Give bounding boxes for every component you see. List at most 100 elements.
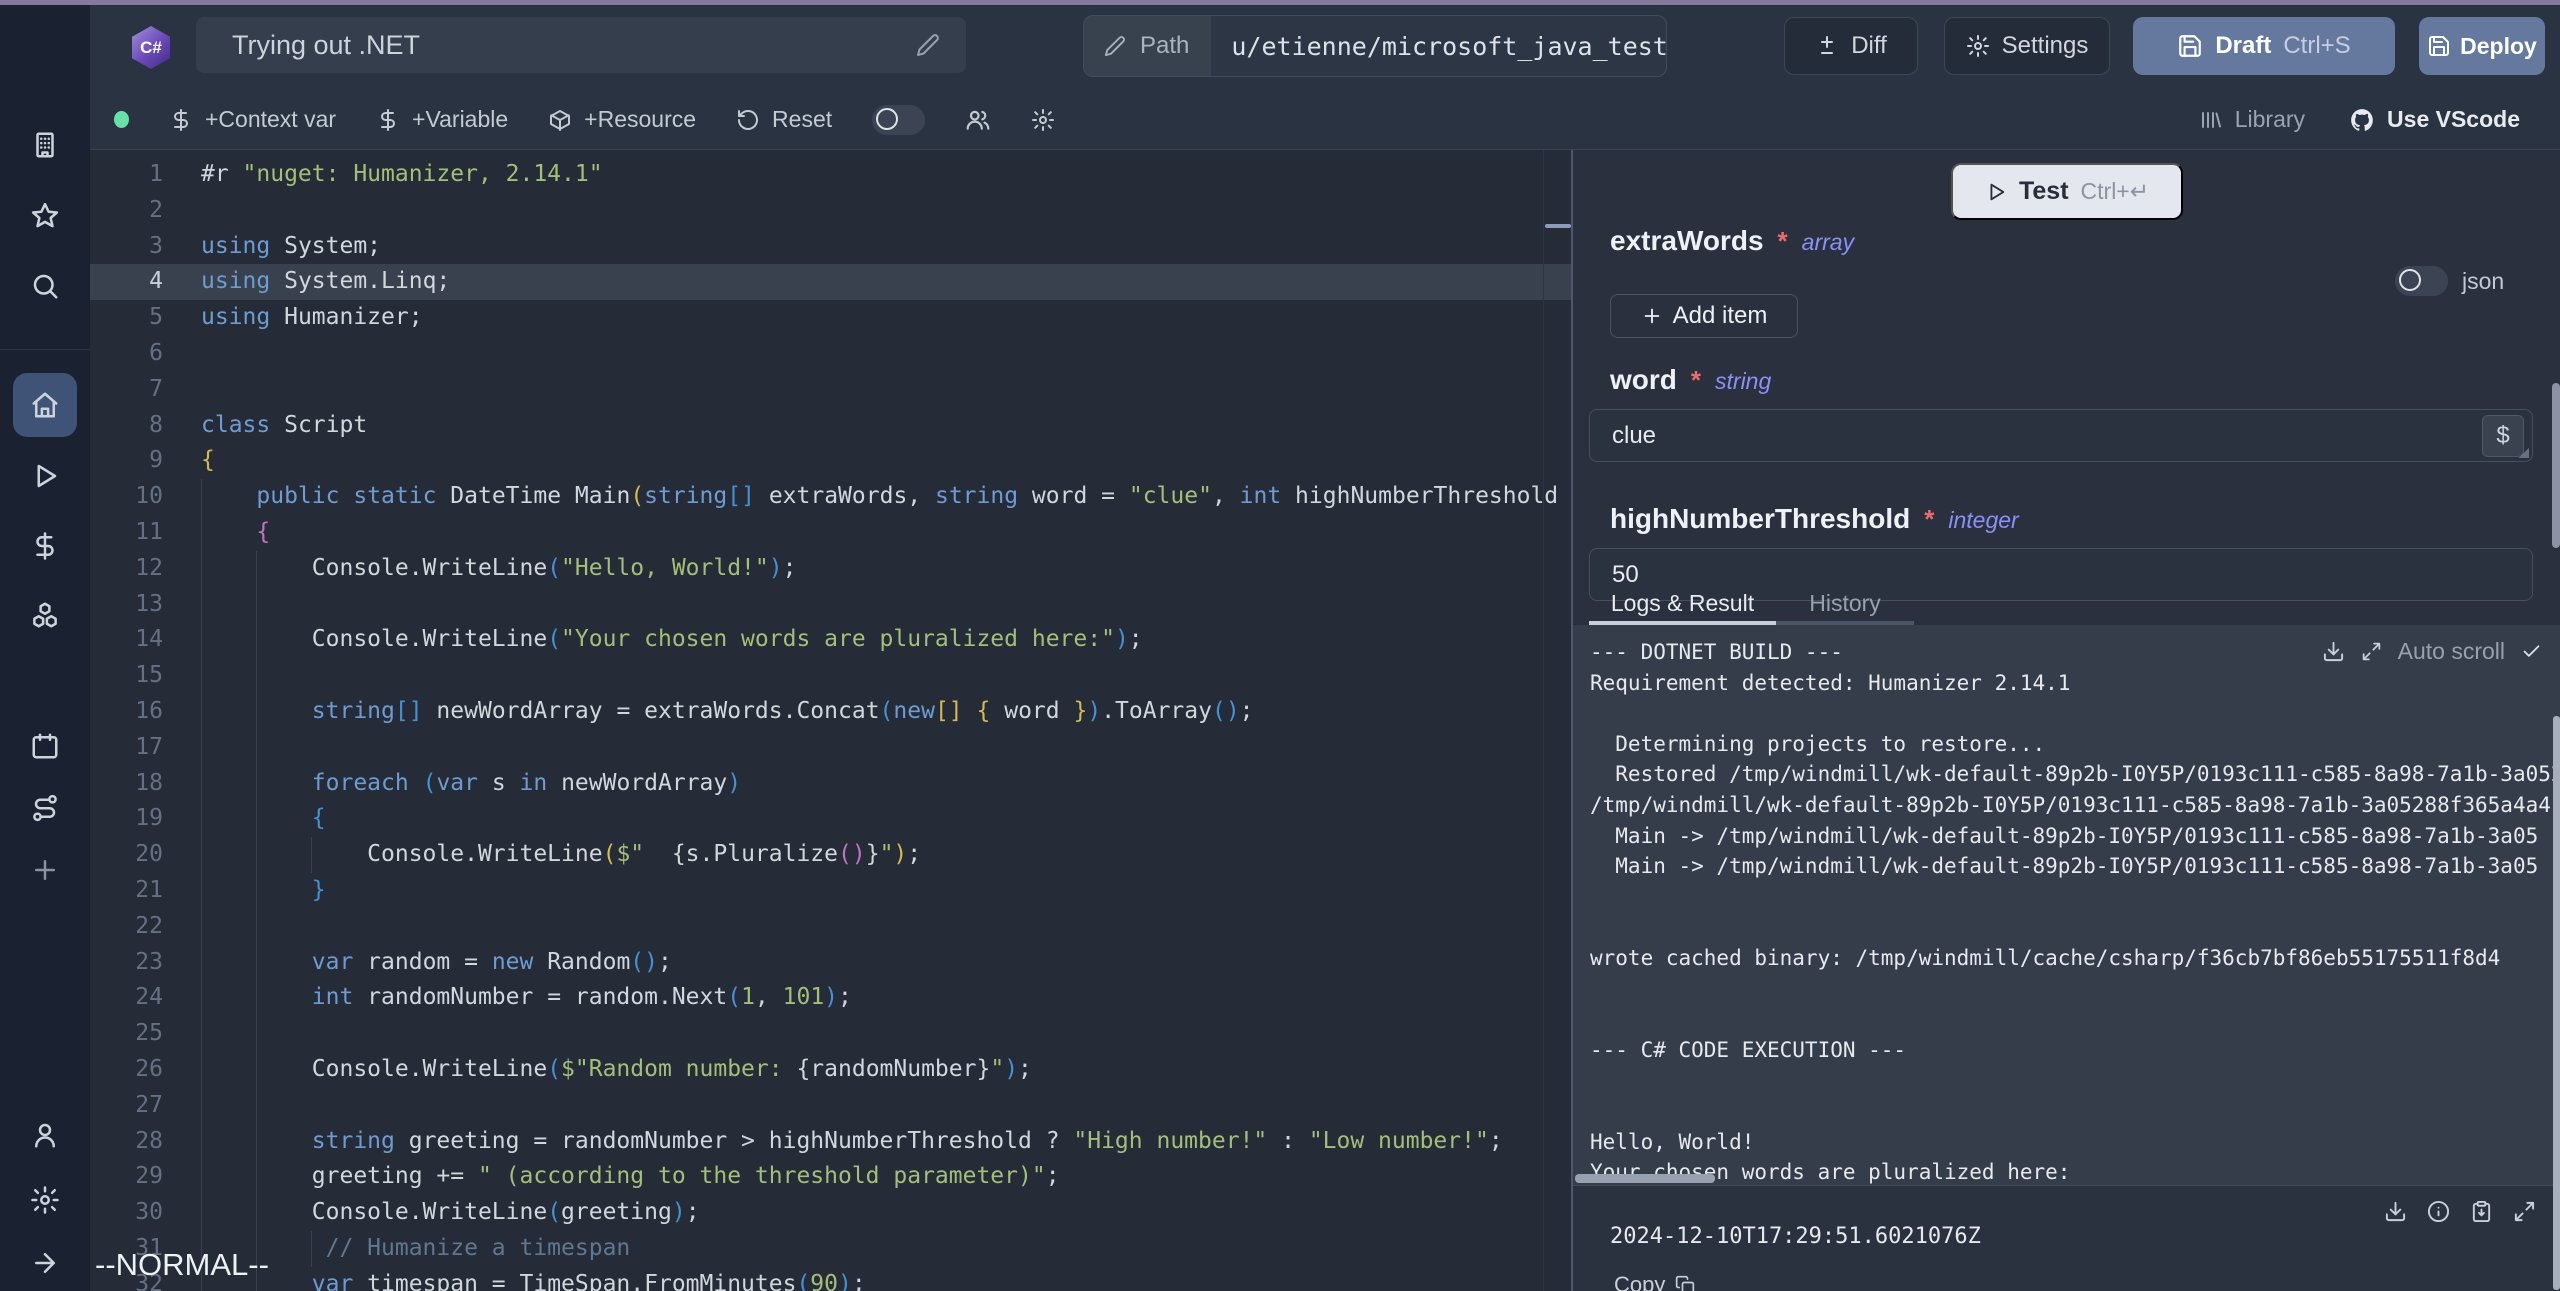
code-line[interactable]: 20 Console.WriteLine($" {s.Pluralize()}"…: [90, 837, 1571, 873]
favorites-star-icon[interactable]: [30, 201, 60, 231]
test-button[interactable]: Test Ctrl+↵: [1951, 163, 2183, 220]
search-icon[interactable]: [30, 271, 60, 301]
path-chip[interactable]: Path u/etienne/microsoft_java_test: [1083, 15, 1667, 77]
add-context-var-button[interactable]: +Context var: [169, 106, 336, 133]
reset-button[interactable]: Reset: [736, 106, 832, 133]
code-line[interactable]: 31 // Humanize a timespan: [90, 1231, 1571, 1267]
code-token: (: [603, 841, 617, 867]
code-line[interactable]: 6: [90, 336, 1571, 372]
code-token: 90: [810, 1271, 838, 1291]
indent-guide: [256, 801, 257, 837]
add-resource-button[interactable]: +Resource: [548, 106, 696, 133]
code-line[interactable]: 32 var timespan = TimeSpan.FromMinutes(9…: [90, 1267, 1571, 1291]
schedules-calendar-icon[interactable]: [30, 731, 60, 761]
line-number: 11: [90, 515, 163, 551]
tab-history[interactable]: History: [1776, 590, 1914, 621]
sidebar-item-home[interactable]: [13, 373, 77, 437]
runs-play-icon[interactable]: [30, 461, 60, 491]
download-icon[interactable]: [2322, 640, 2345, 663]
user-account-icon[interactable]: [30, 1120, 60, 1150]
code-line[interactable]: 22: [90, 909, 1571, 945]
expand-icon[interactable]: [2361, 641, 2382, 662]
info-icon[interactable]: [2427, 1200, 2450, 1223]
resources-boxes-icon[interactable]: [30, 600, 60, 630]
line-number: 21: [90, 873, 163, 909]
download-icon[interactable]: [2384, 1200, 2407, 1223]
add-variable-button[interactable]: +Variable: [376, 106, 508, 133]
code-line[interactable]: 23 var random = new Random();: [90, 945, 1571, 981]
code-editor[interactable]: 1#r "nuget: Humanizer, 2.14.1"23using Sy…: [90, 150, 1571, 1291]
expand-icon[interactable]: [2513, 1200, 2536, 1223]
code-line[interactable]: 21 }: [90, 873, 1571, 909]
indent-guide: [256, 1159, 257, 1195]
diff-mode-toggle[interactable]: [872, 105, 925, 135]
code-line[interactable]: 10 public static DateTime Main(string[] …: [90, 479, 1571, 515]
diff-button[interactable]: Diff: [1784, 17, 1918, 75]
code-line[interactable]: 26 Console.WriteLine($"Random number: {r…: [90, 1052, 1571, 1088]
code-line[interactable]: 3using System;: [90, 229, 1571, 265]
form-scrollbar-thumb[interactable]: [2552, 383, 2560, 548]
json-toggle[interactable]: json: [2395, 266, 2504, 296]
code-line[interactable]: 24 int randomNumber = random.Next(1, 101…: [90, 980, 1571, 1016]
code-line[interactable]: 30 Console.WriteLine(greeting);: [90, 1195, 1571, 1231]
word-input[interactable]: clue $: [1589, 409, 2533, 462]
code-line[interactable]: 4using System.Linq;: [90, 264, 1571, 300]
code-line[interactable]: 27: [90, 1088, 1571, 1124]
code-line[interactable]: 16 string[] newWordArray = extraWords.Co…: [90, 694, 1571, 730]
multiplayer-users-icon[interactable]: [965, 107, 991, 133]
code-line[interactable]: 11 {: [90, 515, 1571, 551]
code-line[interactable]: 5using Humanizer;: [90, 300, 1571, 336]
copy-result-button[interactable]: Copy: [1614, 1272, 1695, 1291]
tab-logs-result[interactable]: Logs & Result: [1589, 590, 1776, 621]
code-line[interactable]: 17: [90, 730, 1571, 766]
dollar-icon: [376, 108, 400, 132]
use-vscode-button[interactable]: Use VScode: [2349, 106, 2520, 133]
code-line[interactable]: 9{: [90, 443, 1571, 479]
code-line[interactable]: 13: [90, 587, 1571, 623]
deploy-button[interactable]: Deploy: [2419, 17, 2545, 75]
code-token: $": [616, 841, 671, 867]
code-line[interactable]: 2: [90, 193, 1571, 229]
result-tabs: Logs & Result History: [1573, 590, 2560, 625]
insert-variable-dollar-button[interactable]: $: [2482, 415, 2524, 457]
workspace-building-icon[interactable]: [30, 130, 60, 160]
editor-settings-gear-icon[interactable]: [1031, 108, 1055, 132]
code-token: random =: [353, 949, 491, 975]
code-line[interactable]: 18 foreach (var s in newWordArray): [90, 766, 1571, 802]
clipboard-icon[interactable]: [2470, 1200, 2493, 1223]
settings-button[interactable]: Settings: [1944, 17, 2110, 75]
code-line[interactable]: 19 {: [90, 801, 1571, 837]
code-line[interactable]: 8class Script: [90, 408, 1571, 444]
routes-flow-icon[interactable]: [30, 793, 60, 823]
script-title-input[interactable]: Trying out .NET: [196, 17, 966, 73]
draft-button[interactable]: Draft Ctrl+S: [2133, 17, 2395, 75]
edit-pencil-icon[interactable]: [916, 33, 940, 57]
code-token: (: [547, 1199, 561, 1225]
json-toggle-track[interactable]: [2395, 266, 2448, 296]
code-token: ): [838, 1271, 852, 1291]
library-button[interactable]: Library: [2199, 106, 2305, 133]
code-line[interactable]: 25: [90, 1016, 1571, 1052]
code-token: (: [547, 555, 561, 581]
variables-dollar-icon[interactable]: [30, 531, 60, 561]
code-line[interactable]: 28 string greeting = randomNumber > high…: [90, 1124, 1571, 1160]
code-line[interactable]: 15: [90, 658, 1571, 694]
check-icon[interactable]: [2521, 641, 2542, 662]
code-line[interactable]: 12 Console.WriteLine("Hello, World!");: [90, 551, 1571, 587]
panel-resize-handle[interactable]: [1545, 224, 1571, 228]
indent-guide: [256, 1195, 257, 1231]
textarea-resize-notch[interactable]: [2519, 448, 2529, 458]
code-line[interactable]: 1#r "nuget: Humanizer, 2.14.1": [90, 157, 1571, 193]
code-line[interactable]: 29 greeting += " (according to the thres…: [90, 1159, 1571, 1195]
code-line[interactable]: 7: [90, 372, 1571, 408]
settings-gear-icon[interactable]: [30, 1185, 60, 1215]
code-line[interactable]: 14 Console.WriteLine("Your chosen words …: [90, 622, 1571, 658]
logs-horizontal-scrollbar[interactable]: [1575, 1174, 1715, 1183]
indent-guide: [256, 694, 257, 730]
add-item-button[interactable]: Add item: [1610, 294, 1798, 338]
add-plus-icon[interactable]: [30, 855, 60, 885]
expand-arrow-right-icon[interactable]: [30, 1248, 60, 1278]
code-token: (: [630, 483, 644, 509]
logs-output[interactable]: --- DOTNET BUILD ---Requirement detected…: [1573, 625, 2560, 1185]
logs-scrollbar-thumb[interactable]: [2553, 716, 2560, 1290]
